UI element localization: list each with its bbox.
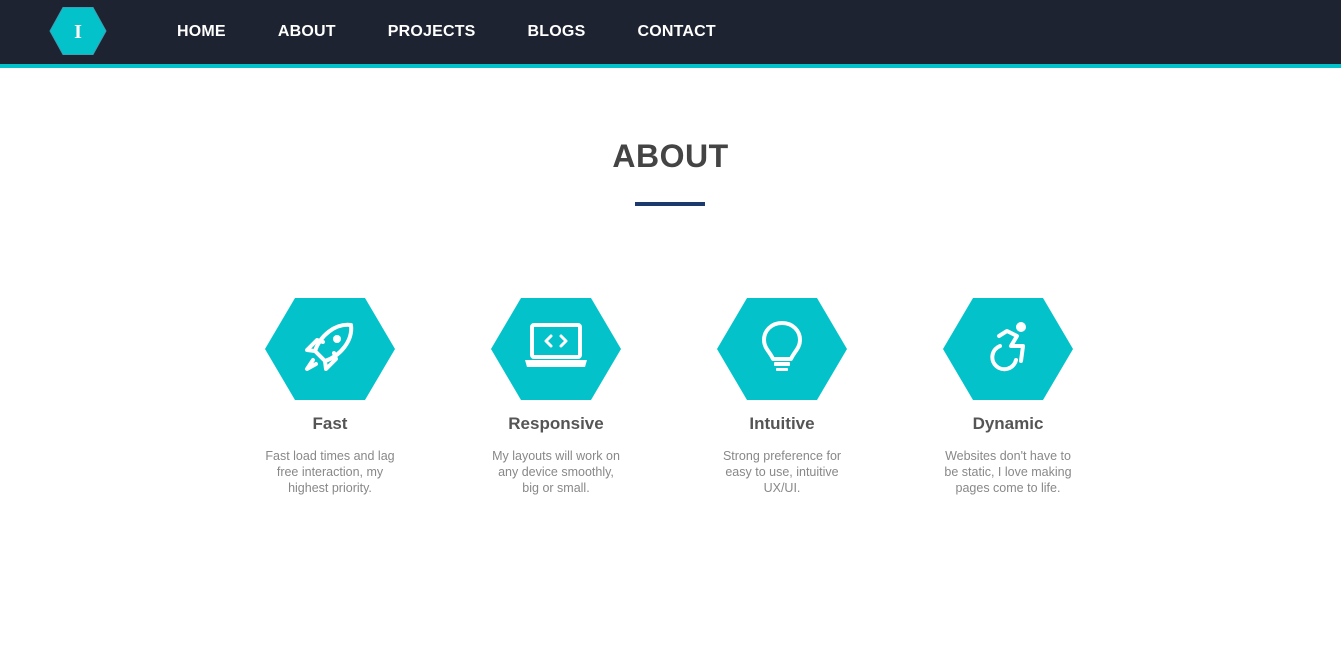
nav-menu: HOME ABOUT PROJECTS BLOGS CONTACT <box>151 0 742 64</box>
feature-label: Dynamic <box>972 414 1044 433</box>
about-section-title: ABOUT <box>612 138 729 174</box>
logo[interactable]: I <box>49 7 107 55</box>
feature-list: Fast Fast load times and lag free intera… <box>0 298 1341 508</box>
feature-description: Websites don't have to be static, I love… <box>944 449 1072 495</box>
title-underline <box>635 202 705 206</box>
nav-projects-link[interactable]: PROJECTS <box>362 23 502 41</box>
nav-home-link[interactable]: HOME <box>151 23 252 41</box>
nav-blogs-link[interactable]: BLOGS <box>502 23 612 41</box>
feature-label: Intuitive <box>749 414 815 433</box>
lightbulb-icon <box>717 298 847 400</box>
feature-label: Fast <box>312 414 348 433</box>
feature-fast: Fast Fast load times and lag free intera… <box>255 298 405 496</box>
laptop-code-icon <box>491 298 621 400</box>
nav-contact-link[interactable]: CONTACT <box>611 23 741 41</box>
logo-letter: I <box>74 21 82 43</box>
nav-about-link[interactable]: ABOUT <box>252 23 362 41</box>
feature-label: Responsive <box>508 414 604 433</box>
navbar: I HOME ABOUT PROJECTS BLOGS CONTACT <box>0 0 1341 68</box>
feature-dynamic: Dynamic Websites don't have to be static… <box>933 298 1083 496</box>
feature-responsive: Responsive My layouts will work on any d… <box>481 298 631 496</box>
feature-description: Strong preference for easy to use, intui… <box>722 449 842 495</box>
feature-description: My layouts will work on any device smoot… <box>492 449 620 495</box>
feature-description: Fast load times and lag free interaction… <box>265 449 395 495</box>
logo-hexagon-icon: I <box>49 7 107 55</box>
accessible-icon <box>943 298 1073 400</box>
rocket-icon <box>265 298 395 400</box>
feature-intuitive: Intuitive Strong preference for easy to … <box>707 298 857 496</box>
